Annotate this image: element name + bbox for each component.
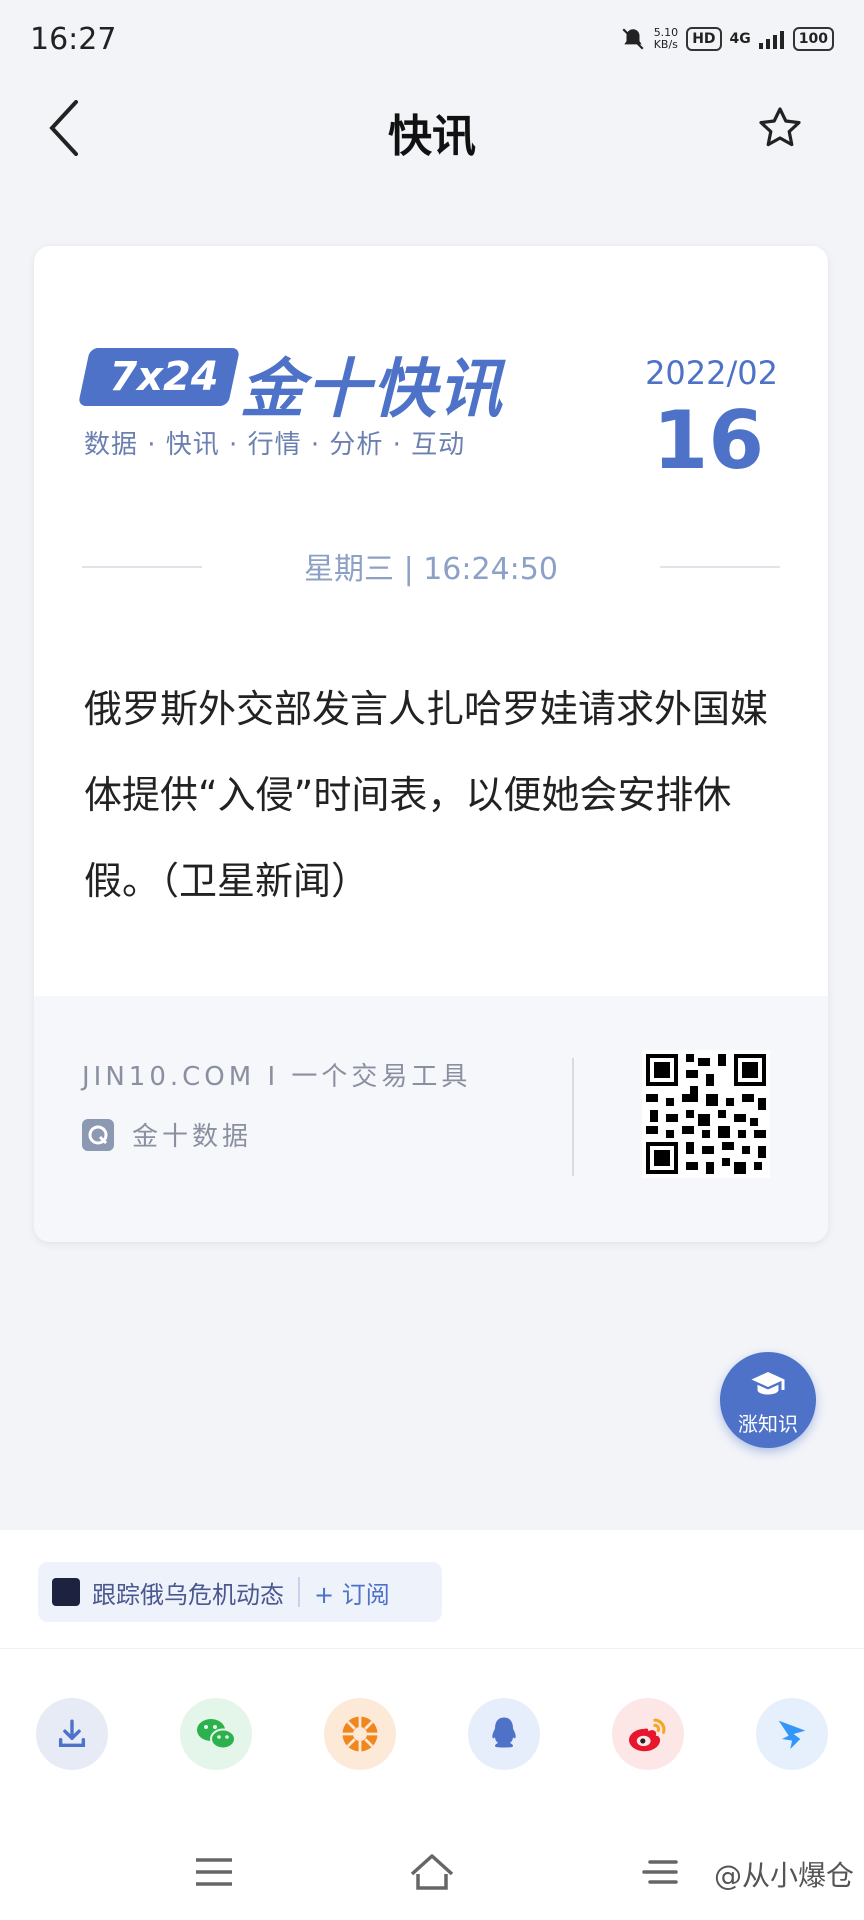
knowledge-fab[interactable]: 涨知识 bbox=[720, 1352, 816, 1448]
download-button[interactable] bbox=[36, 1698, 108, 1770]
status-icons: 5.10 KB/s HD 4G 100 bbox=[620, 26, 834, 52]
graduation-cap-icon bbox=[751, 1372, 785, 1395]
dingtalk-icon bbox=[778, 1720, 806, 1749]
qq-share-button[interactable] bbox=[468, 1698, 540, 1770]
brand-row: 金十数据 bbox=[82, 1116, 252, 1153]
page-title: 快讯 bbox=[388, 111, 476, 162]
subscribe-divider bbox=[298, 1577, 300, 1607]
fab-label: 涨知识 bbox=[738, 1412, 798, 1436]
back-nav-icon[interactable] bbox=[640, 1852, 680, 1892]
star-icon[interactable] bbox=[756, 104, 804, 152]
logo-badge: 7x24 bbox=[109, 354, 219, 400]
status-time: 16:27 bbox=[30, 22, 117, 57]
site-text: JIN10.COM I 一个交易工具 bbox=[82, 1062, 472, 1092]
card-footer: JIN10.COM I 一个交易工具 金十数据 bbox=[34, 996, 828, 1242]
logo-name: 金十快讯 bbox=[240, 353, 504, 427]
subscribe-topic: 跟踪俄乌危机动态 bbox=[92, 1580, 284, 1609]
news-card: 7x24 金十快讯 数据 · 快讯 · 行情 · 分析 · 互动 2022/02… bbox=[34, 246, 828, 1242]
moments-share-button[interactable] bbox=[324, 1698, 396, 1770]
tagline: 数据 · 快讯 · 行情 · 分析 · 互动 bbox=[84, 430, 466, 460]
dingtalk-share-button[interactable] bbox=[756, 1698, 828, 1770]
jin10-logo-icon bbox=[82, 1118, 114, 1151]
mute-bell-icon bbox=[622, 28, 644, 50]
menu-nav-icon[interactable] bbox=[194, 1852, 234, 1892]
subscribe-button[interactable]: + 订阅 bbox=[314, 1575, 390, 1610]
weibo-share-button[interactable] bbox=[612, 1698, 684, 1770]
signal-icon bbox=[758, 31, 784, 49]
date-year-month: 2022/02 bbox=[645, 354, 778, 392]
watermark: @从小爆仓 bbox=[713, 1859, 854, 1892]
news-text: 俄罗斯外交部发言人扎哈罗娃请求外国媒体提供“入侵”时间表，以便她会安排休假。（卫… bbox=[84, 687, 769, 903]
footer-divider bbox=[572, 1058, 574, 1176]
brand-name: 金十数据 bbox=[132, 1122, 253, 1152]
download-icon bbox=[58, 1719, 86, 1748]
wechat-icon bbox=[197, 1719, 236, 1750]
qr-code bbox=[642, 1050, 770, 1178]
topic-thumbnail bbox=[52, 1578, 80, 1606]
home-nav-icon[interactable] bbox=[408, 1852, 456, 1892]
net-speed: 5.10 KB/s bbox=[653, 26, 679, 51]
battery-level: 100 bbox=[792, 27, 834, 51]
hd-badge: HD bbox=[686, 27, 722, 51]
sheet-divider bbox=[0, 1648, 864, 1649]
qq-icon bbox=[492, 1717, 516, 1748]
moments-icon bbox=[342, 1716, 378, 1752]
date-day: 16 bbox=[652, 394, 764, 487]
divider-right bbox=[660, 566, 780, 568]
subscribe-chip[interactable]: 跟踪俄乌危机动态 + 订阅 bbox=[38, 1562, 442, 1622]
weibo-icon bbox=[629, 1718, 666, 1752]
wechat-share-button[interactable] bbox=[180, 1698, 252, 1770]
network-type: 4G bbox=[729, 31, 751, 47]
